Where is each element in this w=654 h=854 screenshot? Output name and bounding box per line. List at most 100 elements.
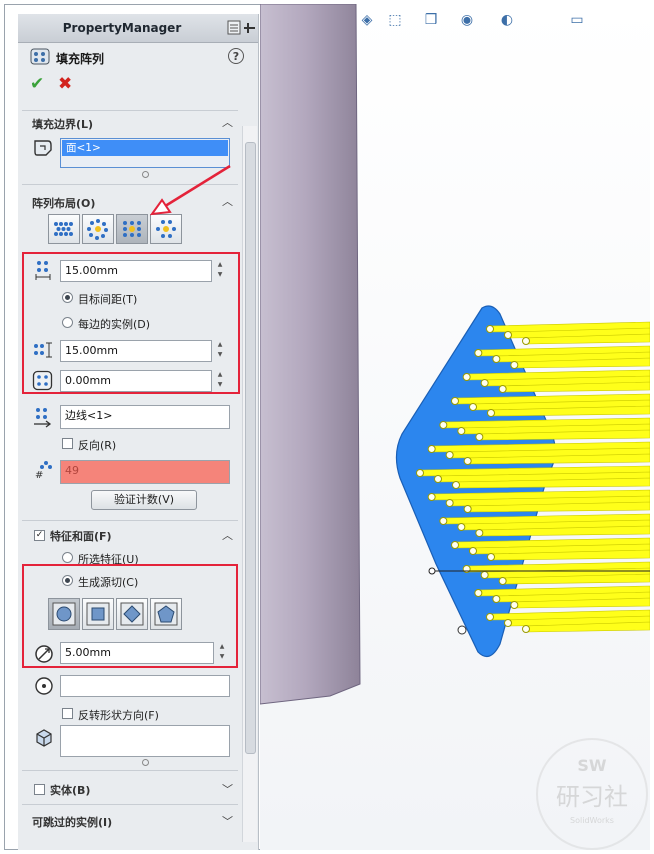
pin-end bbox=[451, 397, 459, 405]
fill-boundary-title[interactable]: 填充边界(L) bbox=[32, 116, 93, 132]
pin-end bbox=[522, 625, 530, 633]
plate-body bbox=[260, 4, 361, 705]
pin-end bbox=[498, 577, 507, 585]
shape-polygon-button[interactable] bbox=[150, 598, 182, 630]
margin-input[interactable]: 0.00mm bbox=[60, 370, 212, 392]
diameter-spinner[interactable]: ▲ ▼ bbox=[216, 642, 228, 664]
square-layout-icon bbox=[123, 221, 141, 237]
instance-spacing-input[interactable]: 15.00mm bbox=[60, 260, 212, 282]
chevron-down-icon[interactable]: ﹀ bbox=[222, 781, 233, 797]
pin-end bbox=[492, 355, 501, 363]
shape-square-button[interactable] bbox=[82, 598, 114, 630]
instances-per-side-radio[interactable] bbox=[62, 317, 73, 328]
layout-circular-button[interactable] bbox=[82, 214, 114, 244]
watermark-middle: 研习社 bbox=[556, 783, 628, 811]
scrollbar-thumb[interactable] bbox=[245, 142, 256, 754]
panel-header: PropertyManager bbox=[18, 14, 258, 43]
instance-count-field: 49 bbox=[60, 460, 230, 484]
pin-end bbox=[451, 541, 459, 549]
model-graphics bbox=[260, 4, 650, 705]
pin-end bbox=[474, 589, 483, 597]
flip-shape-direction-checkbox[interactable] bbox=[62, 708, 73, 719]
watermark-top: SW bbox=[577, 756, 607, 775]
chevron-up-icon[interactable]: ︿ bbox=[222, 193, 233, 209]
create-seed-cut-radio[interactable] bbox=[62, 575, 73, 586]
pattern-layout-title[interactable]: 阵列布局(O) bbox=[32, 195, 95, 211]
pin-end bbox=[445, 499, 454, 507]
pin-end bbox=[457, 523, 466, 531]
pin-end bbox=[427, 445, 436, 453]
polygon-layout-icon bbox=[156, 220, 176, 238]
target-spacing-radio[interactable] bbox=[62, 292, 73, 303]
panel-scrollbar[interactable] bbox=[242, 126, 257, 842]
resize-handle[interactable] bbox=[142, 171, 149, 178]
create-seed-cut-label: 生成源切(C) bbox=[78, 576, 139, 589]
selected-features-radio[interactable] bbox=[62, 552, 73, 563]
pin-end bbox=[486, 613, 494, 621]
help-button[interactable]: ? bbox=[228, 48, 244, 64]
bodies-checkbox[interactable] bbox=[34, 784, 45, 795]
bodies-title[interactable]: 实体(B) bbox=[50, 782, 90, 798]
pin-end bbox=[439, 421, 448, 429]
panel-tools[interactable] bbox=[226, 19, 256, 37]
vertex-icon bbox=[35, 677, 53, 695]
pin-end bbox=[504, 331, 512, 339]
pin-end bbox=[427, 493, 436, 501]
faces-selection-list[interactable] bbox=[60, 725, 230, 757]
pin-end bbox=[487, 409, 495, 417]
cancel-button[interactable]: ✖ bbox=[58, 74, 72, 94]
chevron-up-icon[interactable]: ︿ bbox=[222, 527, 233, 543]
property-manager-panel: PropertyManager 填充阵列 ? ✔ ✖ 填充边界(L) ︿ 面<1… bbox=[18, 14, 259, 850]
chevron-up-icon[interactable]: ︿ bbox=[222, 114, 233, 130]
instances-to-skip-title[interactable]: 可跳过的实例(I) bbox=[32, 814, 112, 830]
perforation-layout-icon bbox=[54, 222, 73, 236]
graphics-viewport[interactable]: ⌕ ✎ ✐ ◈ ⬚ ❒ ◉ ◐ ▭ bbox=[260, 4, 650, 850]
ok-button[interactable]: ✔ bbox=[30, 74, 44, 94]
polygon-shape-icon bbox=[154, 602, 178, 626]
pin-end bbox=[504, 619, 512, 627]
instance-spacing-icon bbox=[35, 261, 51, 280]
boundary-selection-list[interactable]: 面<1> bbox=[60, 138, 230, 168]
flip-direction-checkbox[interactable] bbox=[62, 438, 73, 449]
verify-count-button[interactable]: 验证计数(V) bbox=[91, 490, 197, 510]
vertex-selection-box[interactable] bbox=[60, 675, 230, 697]
flip-shape-direction-label: 反转形状方向(F) bbox=[78, 709, 159, 722]
pin-end bbox=[510, 601, 519, 609]
pin-icon[interactable] bbox=[226, 19, 256, 37]
direction-selection-box[interactable]: 边线<1> bbox=[60, 405, 230, 429]
divider bbox=[22, 770, 238, 771]
chevron-down-icon[interactable]: ﹀ bbox=[222, 813, 233, 829]
instance-spacing-spinner[interactable]: ▲ ▼ bbox=[214, 260, 226, 282]
divider bbox=[22, 110, 238, 111]
shape-circle-button[interactable] bbox=[48, 598, 80, 630]
pin-end bbox=[469, 403, 477, 411]
fill-pattern-icon bbox=[30, 48, 50, 65]
feature-name: 填充阵列 bbox=[56, 52, 105, 66]
features-faces-checkbox[interactable]: ✓ bbox=[34, 530, 45, 541]
pin-end bbox=[522, 337, 530, 345]
layout-square-button[interactable] bbox=[116, 214, 148, 244]
face-selection-icon bbox=[36, 729, 52, 747]
features-faces-title[interactable]: 特征和面(F) bbox=[50, 528, 112, 544]
pin-end bbox=[492, 595, 501, 603]
diameter-input[interactable]: 5.00mm bbox=[60, 642, 214, 664]
diameter-icon bbox=[35, 645, 53, 663]
resize-handle[interactable] bbox=[142, 759, 149, 766]
pin-end bbox=[434, 475, 442, 483]
vertex-point bbox=[457, 625, 467, 635]
pin-end bbox=[462, 373, 471, 381]
face-boundary-icon bbox=[34, 140, 52, 156]
margin-icon bbox=[32, 370, 53, 391]
loop-spacing-spinner[interactable]: ▲ ▼ bbox=[214, 340, 226, 362]
loop-spacing-input[interactable]: 15.00mm bbox=[60, 340, 212, 362]
watermark-seal: SW 研习社 SolidWorks bbox=[536, 738, 648, 850]
edge-endpoint bbox=[428, 567, 436, 575]
margin-spinner[interactable]: ▲ ▼ bbox=[214, 370, 226, 392]
layout-perforation-button[interactable] bbox=[48, 214, 80, 244]
shape-diamond-button[interactable] bbox=[116, 598, 148, 630]
boundary-selection-item[interactable]: 面<1> bbox=[62, 140, 228, 156]
square-shape-icon bbox=[86, 602, 110, 626]
layout-polygon-button[interactable] bbox=[150, 214, 182, 244]
pin-end bbox=[487, 553, 495, 561]
pin-end bbox=[480, 379, 489, 387]
